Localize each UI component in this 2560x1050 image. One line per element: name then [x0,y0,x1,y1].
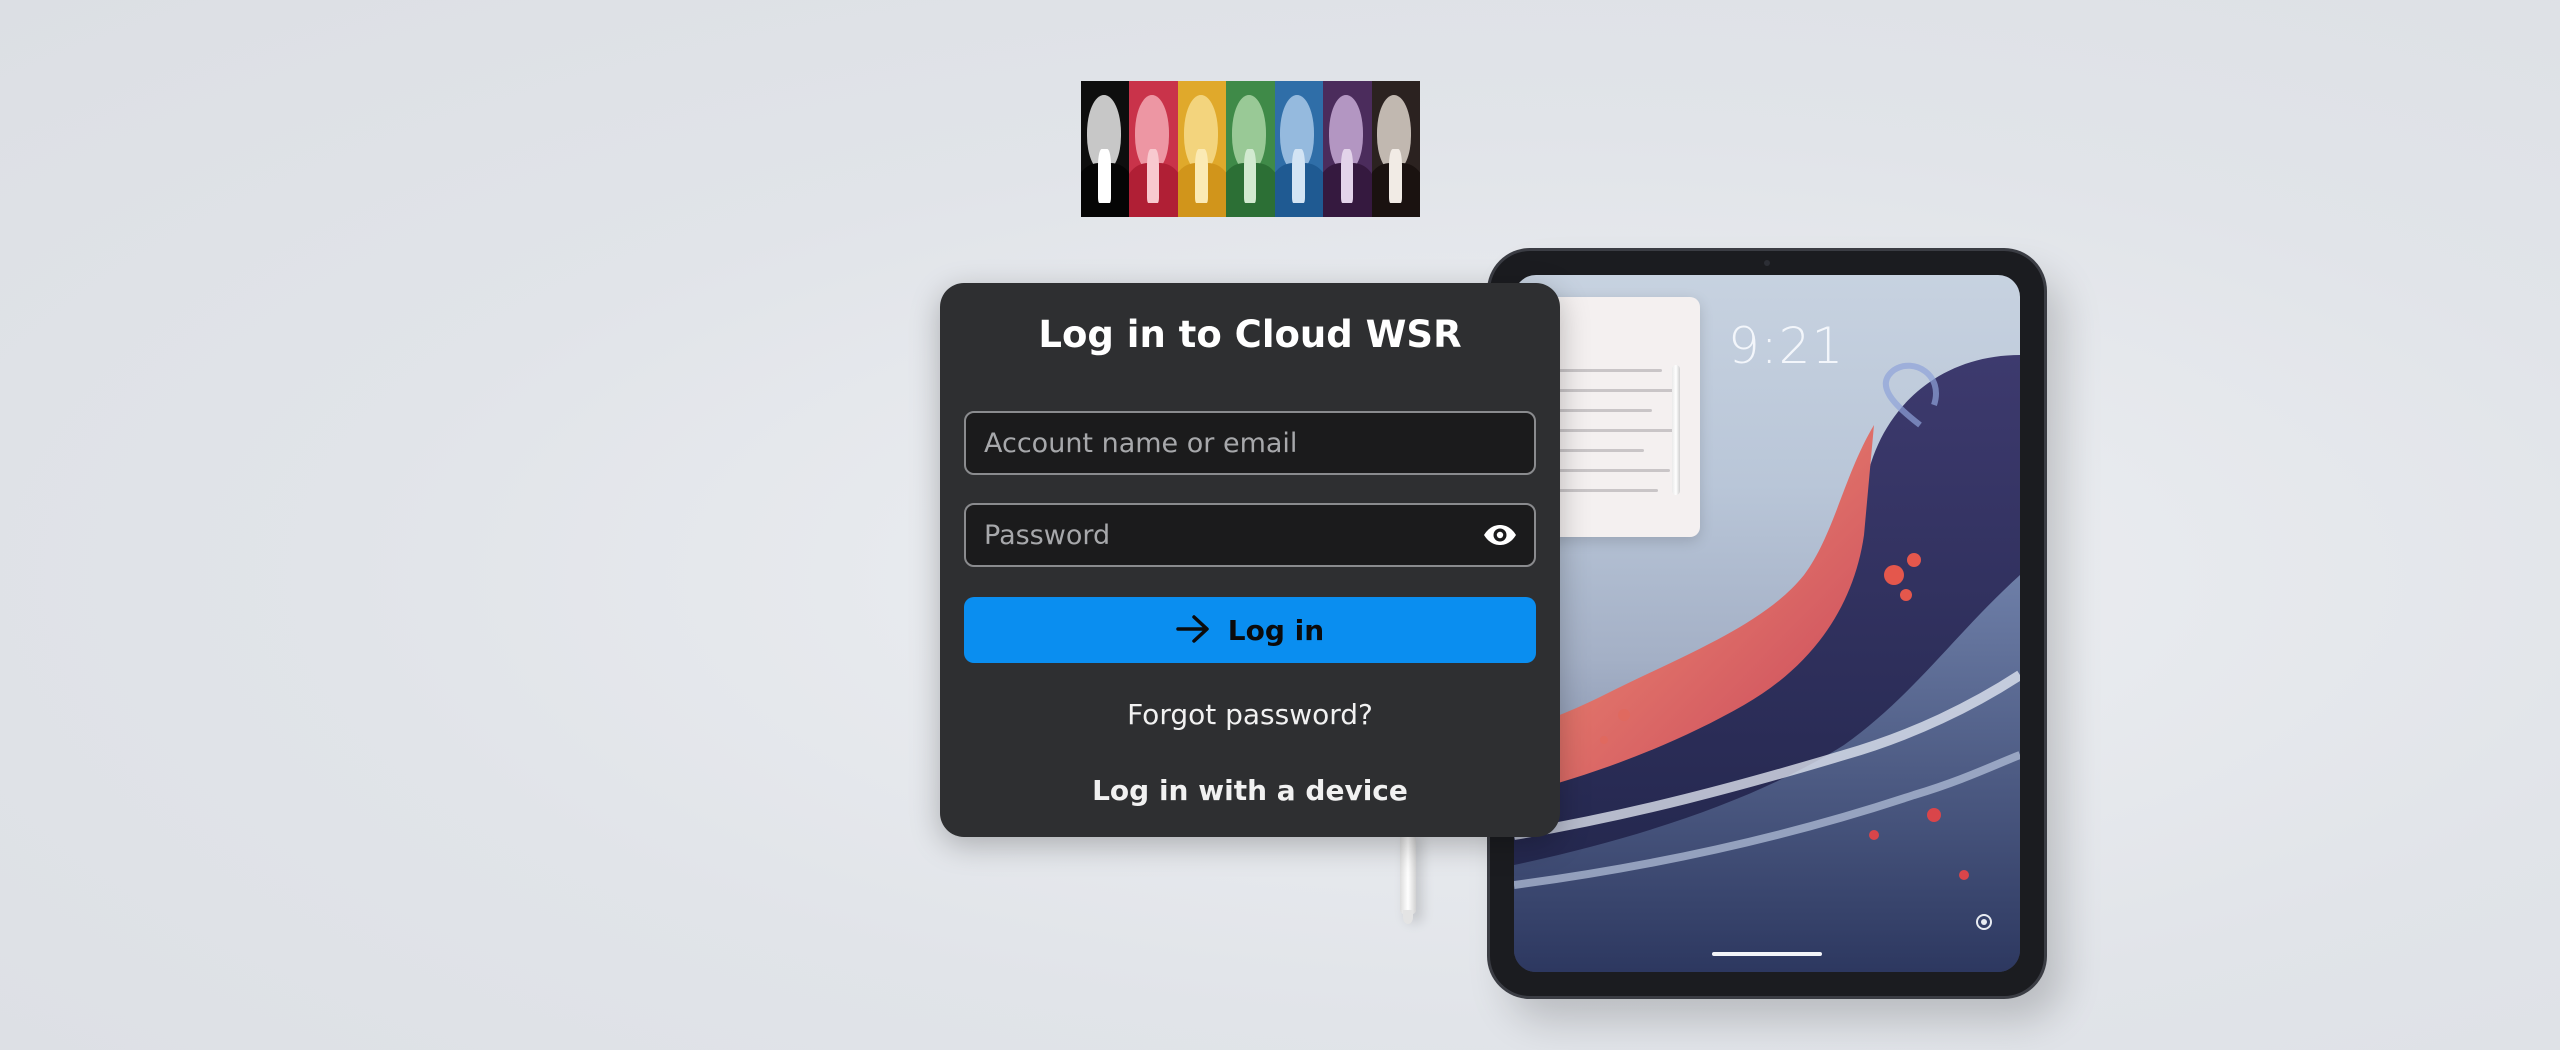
logo-panel [1177,81,1227,217]
camera-dot [1764,260,1770,266]
password-input[interactable] [966,519,1480,551]
tablet-illustration: 9:21 [1490,251,2044,996]
logo-panel [1371,81,1420,217]
password-field [964,503,1536,567]
camera-shortcut-icon [1976,914,1992,930]
login-title: Log in to Cloud WSR [1038,313,1462,356]
account-field [964,411,1536,475]
login-card: Log in to Cloud WSR Log in Forgot passwo… [940,283,1560,837]
pencil-image [1672,365,1680,495]
login-button-label: Log in [1227,613,1325,647]
eye-icon[interactable] [1480,515,1520,555]
logo-panel [1129,81,1178,217]
logo-panel [1226,81,1275,217]
login-button[interactable]: Log in [964,597,1536,663]
logo-panel [1081,81,1130,217]
lockscreen-clock: 9:21 [1728,317,1845,375]
logo-panel [1274,81,1324,217]
logo-panel [1323,81,1372,217]
arrow-right-icon [1176,614,1210,647]
forgot-password-link[interactable]: Forgot password? [940,698,1560,731]
site-logo [1081,81,1420,217]
stylus-image [1400,826,1416,924]
home-indicator [1712,952,1822,956]
tablet-screen: 9:21 [1514,275,2020,972]
device-login-link[interactable]: Log in with a device [940,774,1560,807]
account-input[interactable] [966,427,1534,459]
